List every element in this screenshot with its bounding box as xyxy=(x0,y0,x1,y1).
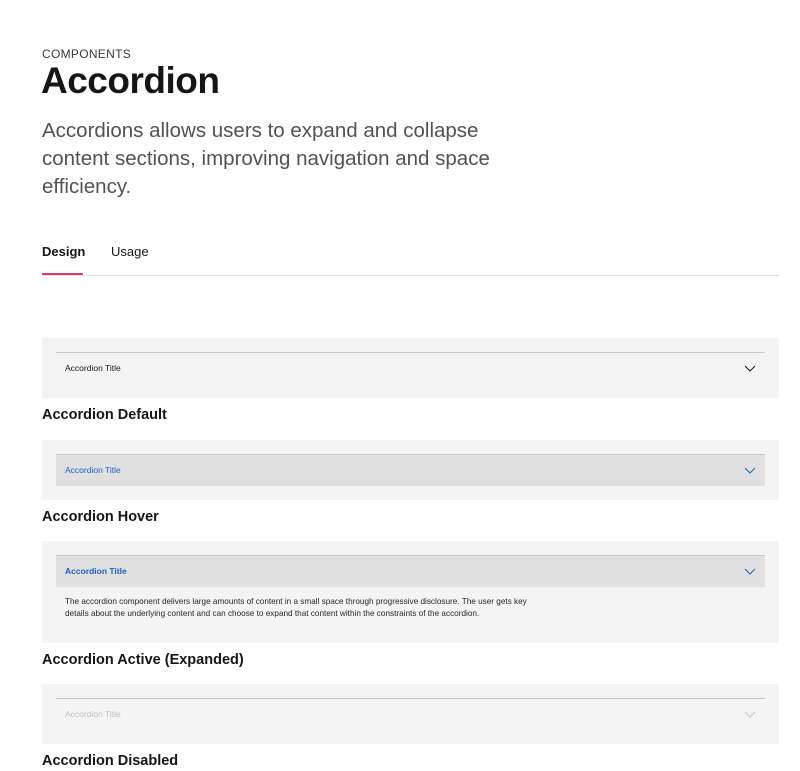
accordion-header[interactable]: Accordion Title xyxy=(56,455,765,486)
page-title: Accordion xyxy=(41,60,220,101)
tab-selected-indicator xyxy=(42,273,83,275)
accordion-content: The accordion component delivers large a… xyxy=(65,597,527,618)
accordion-title: Accordion Title xyxy=(65,709,121,719)
accordion-hover: Accordion Title xyxy=(56,454,765,486)
accordion-header[interactable]: Accordion Title xyxy=(56,556,765,587)
accordion-header[interactable]: Accordion Title xyxy=(56,353,765,384)
accordion-disabled: Accordion Title xyxy=(56,698,765,730)
accordion-title: Accordion Title xyxy=(65,566,127,576)
example-panel-default: Accordion Title xyxy=(42,338,779,398)
caption-disabled: Accordion Disabled xyxy=(42,753,179,769)
chevron-down-icon xyxy=(743,707,757,721)
tab-bar: Design Usage xyxy=(42,240,779,276)
tab-usage[interactable]: Usage xyxy=(111,244,149,259)
page-description: Accordions allows users to expand and co… xyxy=(42,119,490,198)
accordion-title: Accordion Title xyxy=(65,465,121,475)
chevron-down-icon xyxy=(743,564,757,578)
caption-default: Accordion Default xyxy=(42,407,167,423)
caption-active: Accordion Active (Expanded) xyxy=(42,652,244,668)
example-panel-active: Accordion Title The accordion component … xyxy=(42,541,779,643)
accordion-title: Accordion Title xyxy=(65,363,121,373)
tab-design[interactable]: Design xyxy=(42,244,85,259)
chevron-down-icon xyxy=(743,463,757,477)
accordion-active: Accordion Title The accordion component … xyxy=(56,555,765,620)
chevron-down-icon xyxy=(743,361,757,375)
eyebrow-label: COMPONENTS xyxy=(42,47,132,61)
accordion-default: Accordion Title xyxy=(56,352,765,384)
example-panel-disabled: Accordion Title xyxy=(42,684,779,744)
caption-hover: Accordion Hover xyxy=(42,509,159,525)
accordion-header: Accordion Title xyxy=(56,699,765,730)
example-panel-hover: Accordion Title xyxy=(42,440,779,500)
